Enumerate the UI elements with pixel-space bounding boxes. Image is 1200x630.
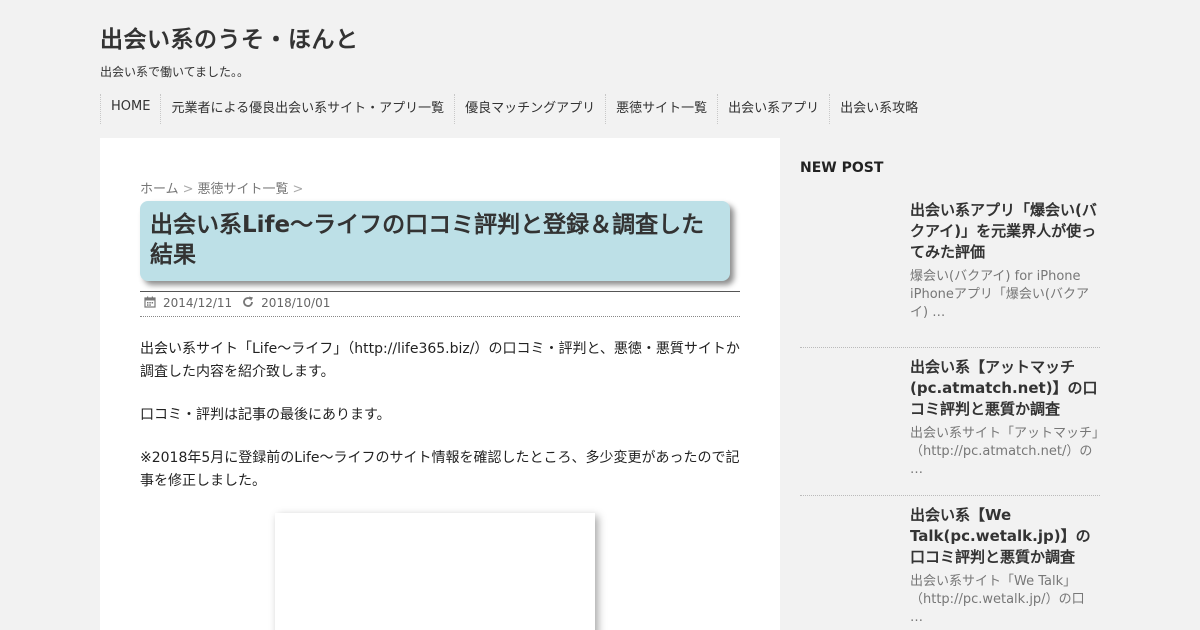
updated-date: 2018/10/01 xyxy=(261,296,331,310)
nav-item-home[interactable]: HOME xyxy=(100,94,160,124)
sidebar-heading: NEW POST xyxy=(800,160,884,176)
article-body: 出会い系サイト「Life～ライフ」（http://life365.biz/）の口… xyxy=(140,338,740,513)
published-date: 2014/12/11 xyxy=(163,296,233,310)
post-thumbnail[interactable] xyxy=(800,348,900,448)
sidebar-post[interactable]: 出会い系アプリ「爆会い(バクアイ)」を元業界人が使ってみた評価 爆会い(バクアイ… xyxy=(800,200,1100,348)
post-title[interactable]: 出会い系【アットマッチ(pc.atmatch.net)】の口コミ評判と悪質か調査 xyxy=(910,357,1100,420)
site-title[interactable]: 出会い系のうそ・ほんと xyxy=(100,20,359,54)
main-content: ホーム > 悪徳サイト一覧 > 出会い系Life～ライフの口コミ評判と登録＆調査した結… xyxy=(100,138,780,630)
breadcrumb: ホーム > 悪徳サイト一覧 > xyxy=(140,178,307,197)
breadcrumb-home[interactable]: ホーム xyxy=(140,182,179,197)
nav-item-dating-apps[interactable]: 出会い系アプリ xyxy=(717,94,829,124)
article-paragraph: 口コミ・評判は記事の最後にあります。 xyxy=(140,407,391,423)
article-title-box: 出会い系Life～ライフの口コミ評判と登録＆調査した結果 xyxy=(140,201,730,281)
post-excerpt: 出会い系サイト「We Talk」（http://pc.wetalk.jp/）の口… xyxy=(910,574,1085,625)
article-image xyxy=(275,513,595,630)
post-title[interactable]: 出会い系アプリ「爆会い(バクアイ)」を元業界人が使ってみた評価 xyxy=(910,200,1100,263)
post-thumbnail[interactable] xyxy=(800,496,900,596)
site-description: 出会い系で働いてました。。 xyxy=(100,65,250,79)
article-paragraph: ※2018年5月に登録前のLife～ライフのサイト情報を確認したところ、多少変更… xyxy=(140,450,740,489)
article-title: 出会い系Life～ライフの口コミ評判と登録＆調査した結果 xyxy=(150,212,705,268)
divider xyxy=(140,291,740,292)
global-nav: HOME 元業者による優良出会い系サイト・アプリ一覧 優良マッチングアプリ 悪徳… xyxy=(100,94,928,124)
post-excerpt: 爆会い(バクアイ) for iPhone iPhoneアプリ「爆会い(バクアイ)… xyxy=(910,269,1089,320)
post-excerpt: 出会い系サイト「アットマッチ」（http://pc.atmatch.net/）の… xyxy=(910,426,1099,477)
nav-item-malicious-sites[interactable]: 悪徳サイト一覧 xyxy=(605,94,717,124)
calendar-icon xyxy=(144,296,158,310)
divider xyxy=(140,316,740,317)
breadcrumb-category[interactable]: 悪徳サイト一覧 xyxy=(198,182,289,197)
article-paragraph: 出会い系サイト「Life～ライフ」（http://life365.biz/）の口… xyxy=(140,341,740,380)
post-title[interactable]: 出会い系【We Talk(pc.wetalk.jp)】の口コミ評判と悪質か調査 xyxy=(910,505,1100,568)
nav-item-dating-strategy[interactable]: 出会い系攻略 xyxy=(829,94,928,124)
post-thumbnail[interactable] xyxy=(800,200,900,300)
breadcrumb-separator: > xyxy=(292,182,304,197)
breadcrumb-separator: > xyxy=(182,182,194,197)
sidebar-post[interactable]: 出会い系【アットマッチ(pc.atmatch.net)】の口コミ評判と悪質か調査… xyxy=(800,348,1100,496)
refresh-icon xyxy=(242,296,256,310)
nav-item-matching-apps[interactable]: 優良マッチングアプリ xyxy=(454,94,605,124)
sidebar: NEW POST 出会い系アプリ「爆会い(バクアイ)」を元業界人が使ってみた評価… xyxy=(800,160,1100,630)
article-meta: 2014/12/11 2018/10/01 xyxy=(144,296,330,310)
sidebar-post[interactable]: 出会い系【We Talk(pc.wetalk.jp)】の口コミ評判と悪質か調査 … xyxy=(800,496,1100,630)
nav-item-recommended-sites[interactable]: 元業者による優良出会い系サイト・アプリ一覧 xyxy=(160,94,454,124)
